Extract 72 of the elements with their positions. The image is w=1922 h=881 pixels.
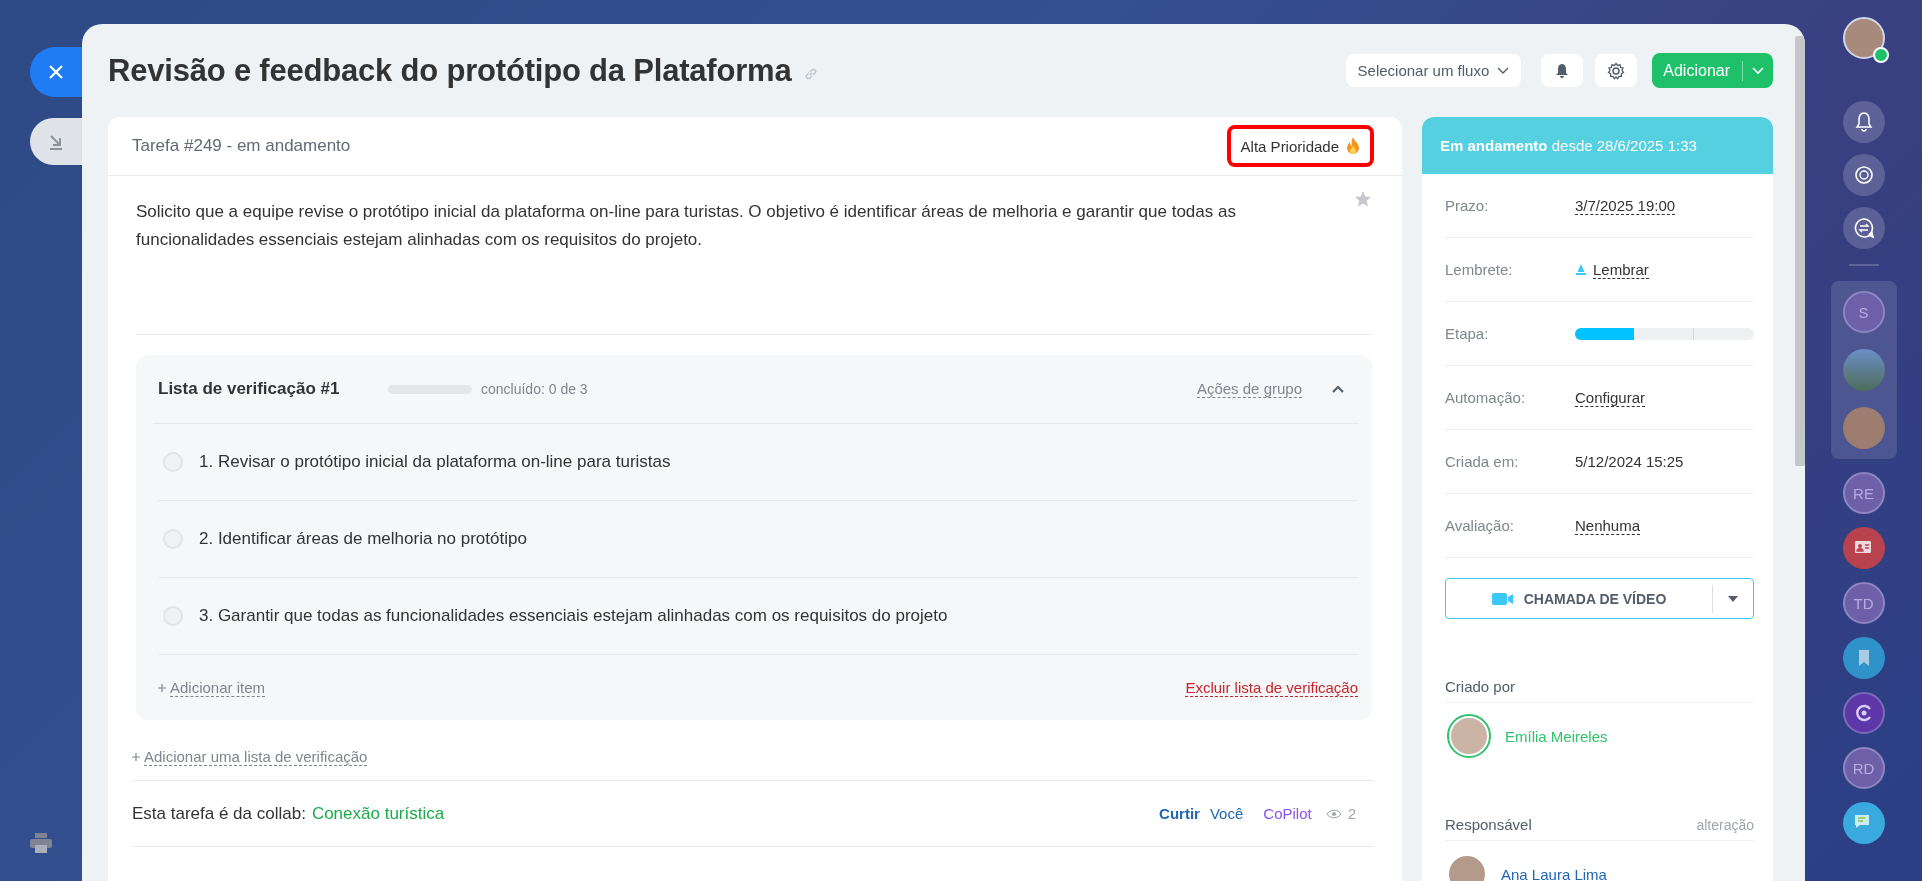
collab-label: Esta tarefa é da collab: bbox=[132, 803, 306, 824]
video-camera-icon bbox=[1491, 591, 1514, 606]
field-label: Etapa: bbox=[1445, 325, 1490, 342]
like-link[interactable]: Curtir bbox=[1159, 805, 1200, 822]
chevron-down-icon bbox=[1497, 66, 1510, 75]
close-icon bbox=[48, 64, 64, 80]
field-label: Automação: bbox=[1445, 389, 1527, 406]
add-checklist-link[interactable]: Adicionar uma lista de verificação bbox=[144, 748, 368, 766]
avatar-initials[interactable]: RE bbox=[1842, 472, 1885, 514]
field-link[interactable]: 3/7/2025 19:00 bbox=[1575, 196, 1676, 215]
liked-by-text: Você bbox=[1209, 805, 1244, 822]
notification-button[interactable] bbox=[1541, 54, 1584, 87]
bell-icon bbox=[1555, 62, 1570, 79]
caret-icon bbox=[1728, 595, 1738, 602]
change-link[interactable]: alteração bbox=[1696, 817, 1754, 833]
remind-link[interactable]: Lembrar bbox=[1593, 260, 1649, 279]
star-icon[interactable] bbox=[1354, 190, 1372, 208]
field-label: Criada em: bbox=[1445, 453, 1520, 470]
checklist-item: 3. Garantir que todas as funcionalidades essenciais estejam alinhadas com os requisitos do projeto bbox=[199, 606, 948, 626]
scrollbar-thumb[interactable] bbox=[1795, 36, 1805, 466]
plus-icon bbox=[132, 753, 140, 761]
copilot-icon[interactable] bbox=[1842, 692, 1885, 734]
gear-icon bbox=[1607, 61, 1626, 80]
field-link[interactable]: Configurar bbox=[1575, 388, 1646, 407]
add-button[interactable]: Adicionar bbox=[1652, 53, 1773, 88]
eye-icon bbox=[1325, 808, 1342, 819]
chat-sync-icon[interactable] bbox=[1842, 207, 1885, 249]
section-heading: Criado por bbox=[1445, 678, 1516, 695]
minimize-button[interactable] bbox=[30, 118, 82, 165]
notification-icon[interactable] bbox=[1842, 101, 1885, 143]
checklist-title: Lista de verificação #1 bbox=[158, 379, 341, 399]
field-value: 5/12/2024 15:25 bbox=[1575, 453, 1684, 470]
bookmark-icon[interactable] bbox=[1842, 637, 1885, 679]
responsible-name[interactable]: Ana Laura Lima bbox=[1501, 865, 1607, 881]
field-label: Prazo: bbox=[1445, 197, 1490, 214]
task-status: Tarefa #249 - em andamento bbox=[132, 136, 351, 156]
status-text: Em andamento desde 28/6/2025 1:33 bbox=[1440, 137, 1697, 154]
field-label: Avaliação: bbox=[1445, 517, 1515, 534]
collab-link[interactable]: Conexão turística bbox=[311, 803, 445, 824]
view-count: 2 bbox=[1347, 805, 1356, 822]
chat-icon[interactable] bbox=[1842, 802, 1885, 844]
avatar bbox=[1449, 716, 1489, 756]
caret-icon[interactable] bbox=[1332, 385, 1344, 393]
copilot-icon[interactable] bbox=[1842, 154, 1885, 196]
delete-checklist-link[interactable]: Excluir lista de verificação bbox=[1185, 678, 1358, 697]
flow-select[interactable]: Selecionar um fluxo bbox=[1345, 54, 1522, 87]
avatar-initials[interactable]: RD bbox=[1842, 747, 1885, 789]
creator-name[interactable]: Emília Meireles bbox=[1505, 727, 1608, 745]
avatar-initials[interactable]: TD bbox=[1842, 582, 1885, 624]
chevron-down-icon bbox=[1752, 66, 1764, 75]
field-label: Lembrete: bbox=[1445, 261, 1514, 278]
task-title: Revisão e feedback do protótipo da Plataforma bbox=[108, 52, 792, 89]
priority-label: Alta Prioridade bbox=[1226, 125, 1374, 167]
task-description: Solicito que a equipe revise o protótipo inicial da plataforma on-line para turistas. O objetivo é identificar áreas de melhoria e garantir que todas as funcionalidades essenciais estejam alinhadas com os requisitos do projeto. bbox=[136, 201, 1237, 251]
avatar-initials[interactable]: S bbox=[1842, 291, 1885, 333]
add-item-link[interactable]: Adicionar item bbox=[170, 678, 266, 697]
plus-icon bbox=[158, 683, 166, 692]
settings-button[interactable] bbox=[1595, 54, 1638, 87]
section-heading: Responsável bbox=[1445, 816, 1532, 833]
checklist-item: 1. Revisar o protótipo inicial da plataforma on-line para turistas bbox=[199, 452, 671, 472]
printer-icon[interactable] bbox=[30, 833, 52, 853]
flame-icon bbox=[1346, 137, 1360, 155]
contact-card-icon[interactable] bbox=[1842, 527, 1885, 569]
copilot-link[interactable]: CoPilot bbox=[1263, 805, 1312, 822]
checklist-progress-text: concluído: 0 de 3 bbox=[481, 381, 588, 397]
group-actions-link[interactable]: Ações de grupo bbox=[1196, 380, 1302, 398]
bell-icon bbox=[1575, 262, 1587, 277]
close-button[interactable] bbox=[30, 47, 82, 97]
video-call-button[interactable]: CHAMADA DE VÍDEO bbox=[1445, 578, 1754, 619]
field-link[interactable]: Nenhuma bbox=[1575, 516, 1641, 535]
checklist-item: 2. Identificar áreas de melhoria no protótipo bbox=[199, 529, 527, 549]
arrow-icon bbox=[48, 133, 64, 150]
